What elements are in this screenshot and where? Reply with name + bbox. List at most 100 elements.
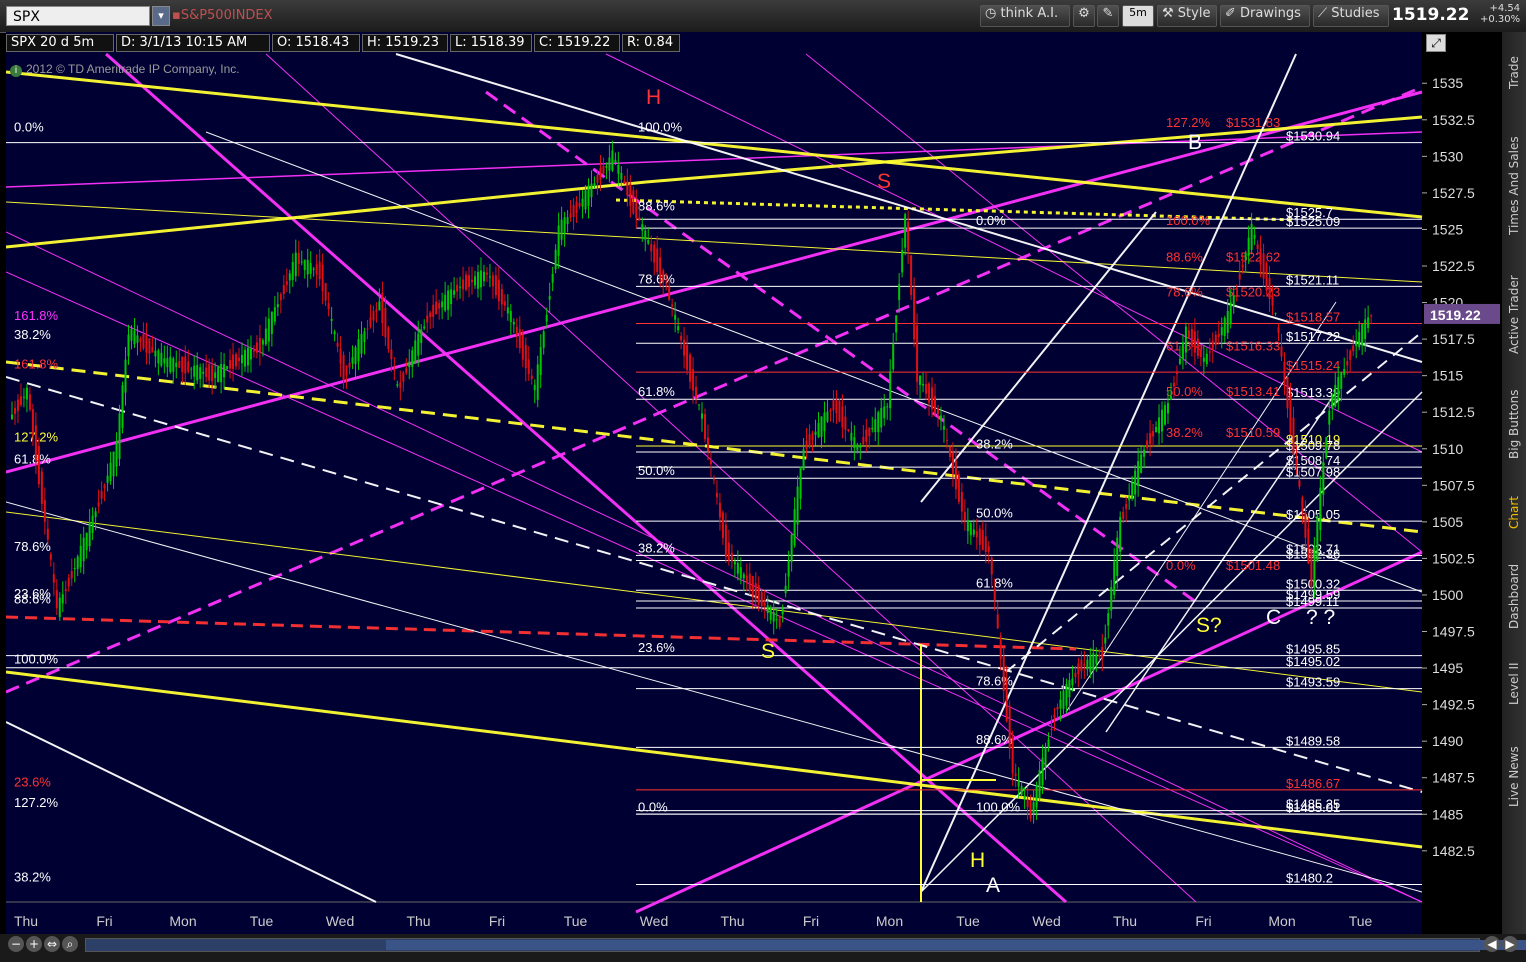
pattern-label: H [646, 86, 661, 109]
candle-body [530, 375, 533, 379]
y-tick-label: 1507.5 [1432, 477, 1475, 493]
candle-body [617, 164, 620, 174]
zoom-in-icon[interactable]: + [26, 936, 42, 952]
tools-button[interactable]: ✎ [1097, 5, 1119, 27]
candle-body [1143, 449, 1146, 457]
chart-area[interactable]: 1535 1532.5 1530 1527.5 1525 1522.5 1520 1517.5… [5, 32, 1502, 934]
candle-body [1107, 613, 1110, 626]
candle-body [796, 486, 799, 525]
side-tab-trade[interactable]: Trade [1502, 38, 1526, 108]
zoom-out-icon[interactable]: − [8, 936, 24, 952]
candle-body [166, 358, 169, 368]
candle-body [981, 529, 984, 550]
chart-settings-button[interactable]: ⚙ [1073, 5, 1095, 27]
last-price-tag-label: 1519.22 [1430, 307, 1481, 323]
candle-body [1280, 346, 1283, 357]
timeframe-button[interactable]: 5m [1122, 5, 1154, 27]
candle-body [1364, 319, 1367, 340]
level-label: $1507.98 [1286, 464, 1340, 479]
candle-body [1134, 470, 1137, 495]
side-tab-active-trader[interactable]: Active Trader [1502, 262, 1526, 368]
candle-body [324, 283, 327, 301]
candle-body [1050, 728, 1053, 731]
candle-body [1319, 487, 1322, 531]
candle-body [748, 573, 751, 592]
magnifier-icon[interactable]: ⌕ [62, 936, 78, 952]
candle-body [1017, 779, 1020, 787]
candle-body [662, 270, 665, 283]
side-tab-level-ii[interactable]: Level II [1502, 642, 1526, 726]
x-tick-label: Tue [1349, 913, 1373, 929]
y-tick-label: 1510 [1432, 441, 1463, 457]
candle-body [124, 359, 127, 393]
x-tick-label: Tue [250, 913, 274, 929]
candle-body [581, 198, 584, 207]
candle-body [677, 326, 680, 331]
side-tab-dashboard[interactable]: Dashboard [1502, 556, 1526, 636]
candle-body [121, 385, 124, 428]
style-button[interactable]: ⚒ Style [1157, 5, 1217, 27]
fib-label: $1516.33 [1226, 339, 1280, 354]
candle-body [1166, 403, 1169, 414]
candle-body [205, 367, 208, 377]
candle-body [939, 415, 942, 421]
candle-body [781, 608, 784, 615]
candle-body [512, 321, 515, 325]
time-scrollbar[interactable] [85, 938, 1526, 952]
drawings-button[interactable]: ✐ Drawings [1220, 5, 1310, 27]
candle-body [273, 307, 276, 322]
candle-body [742, 574, 745, 579]
info-icon[interactable]: i [10, 65, 22, 77]
candle-body [485, 272, 488, 275]
candle-body [112, 451, 115, 477]
expand-chart-button[interactable]: ⤢ [1426, 34, 1446, 52]
candle-body [1152, 430, 1155, 437]
pan-icon[interactable]: ⇔ [44, 936, 60, 952]
scrollbar-thumb[interactable] [386, 940, 1526, 950]
candle-body [1068, 680, 1071, 698]
candle-body [727, 542, 730, 561]
symbol-dropdown-button[interactable]: ▾ [152, 6, 170, 26]
candle-body [1038, 769, 1041, 799]
candle-body [692, 369, 695, 391]
side-tab-times-and-sales[interactable]: Times And Sales [1502, 120, 1526, 252]
candle-body [94, 511, 97, 518]
candle-body [37, 445, 40, 485]
candle-body [1220, 327, 1223, 336]
side-tab-big-buttons[interactable]: Big Buttons [1502, 378, 1526, 470]
scroll-right-icon[interactable]: ▶ [1502, 936, 1518, 952]
think-ai-button[interactable]: ◷ think A.I. [980, 5, 1070, 27]
candle-body [1229, 302, 1232, 324]
side-tab-live-news[interactable]: Live News [1502, 732, 1526, 822]
candle-body [411, 350, 414, 367]
candle-body [1250, 223, 1253, 250]
candle-body [593, 183, 596, 186]
price-chart[interactable]: 15351532.515301527.515251522.515201517.5… [5, 32, 1502, 934]
fib-label: 0.0% [638, 799, 668, 814]
side-tab-chart[interactable]: Chart [1502, 480, 1526, 546]
candle-body [175, 362, 178, 368]
candle-body [366, 328, 369, 330]
bar-close: C: 1519.22 [534, 34, 620, 52]
y-tick-label: 1517.5 [1432, 331, 1475, 347]
studies-button[interactable]: ⟋ Studies [1313, 5, 1389, 27]
candle-body [456, 284, 459, 292]
candle-body [73, 568, 76, 570]
candle-body [178, 360, 181, 368]
level-label: $1486.67 [1286, 776, 1340, 791]
pattern-label: S [761, 640, 775, 663]
candle-body [148, 338, 151, 354]
candle-body [357, 339, 360, 362]
candle-body [1334, 384, 1337, 407]
x-tick-label: Fri [489, 913, 505, 929]
candle-body [871, 427, 874, 430]
candle-body [1259, 248, 1262, 265]
candle-body [1122, 511, 1125, 519]
symbol-input[interactable]: SPX [6, 6, 150, 26]
candle-body [608, 157, 611, 171]
candle-body [1190, 328, 1193, 347]
candle-body [482, 271, 485, 282]
candle-body [963, 512, 966, 521]
candle-body [832, 400, 835, 411]
scroll-left-icon[interactable]: ◀ [1484, 936, 1500, 952]
